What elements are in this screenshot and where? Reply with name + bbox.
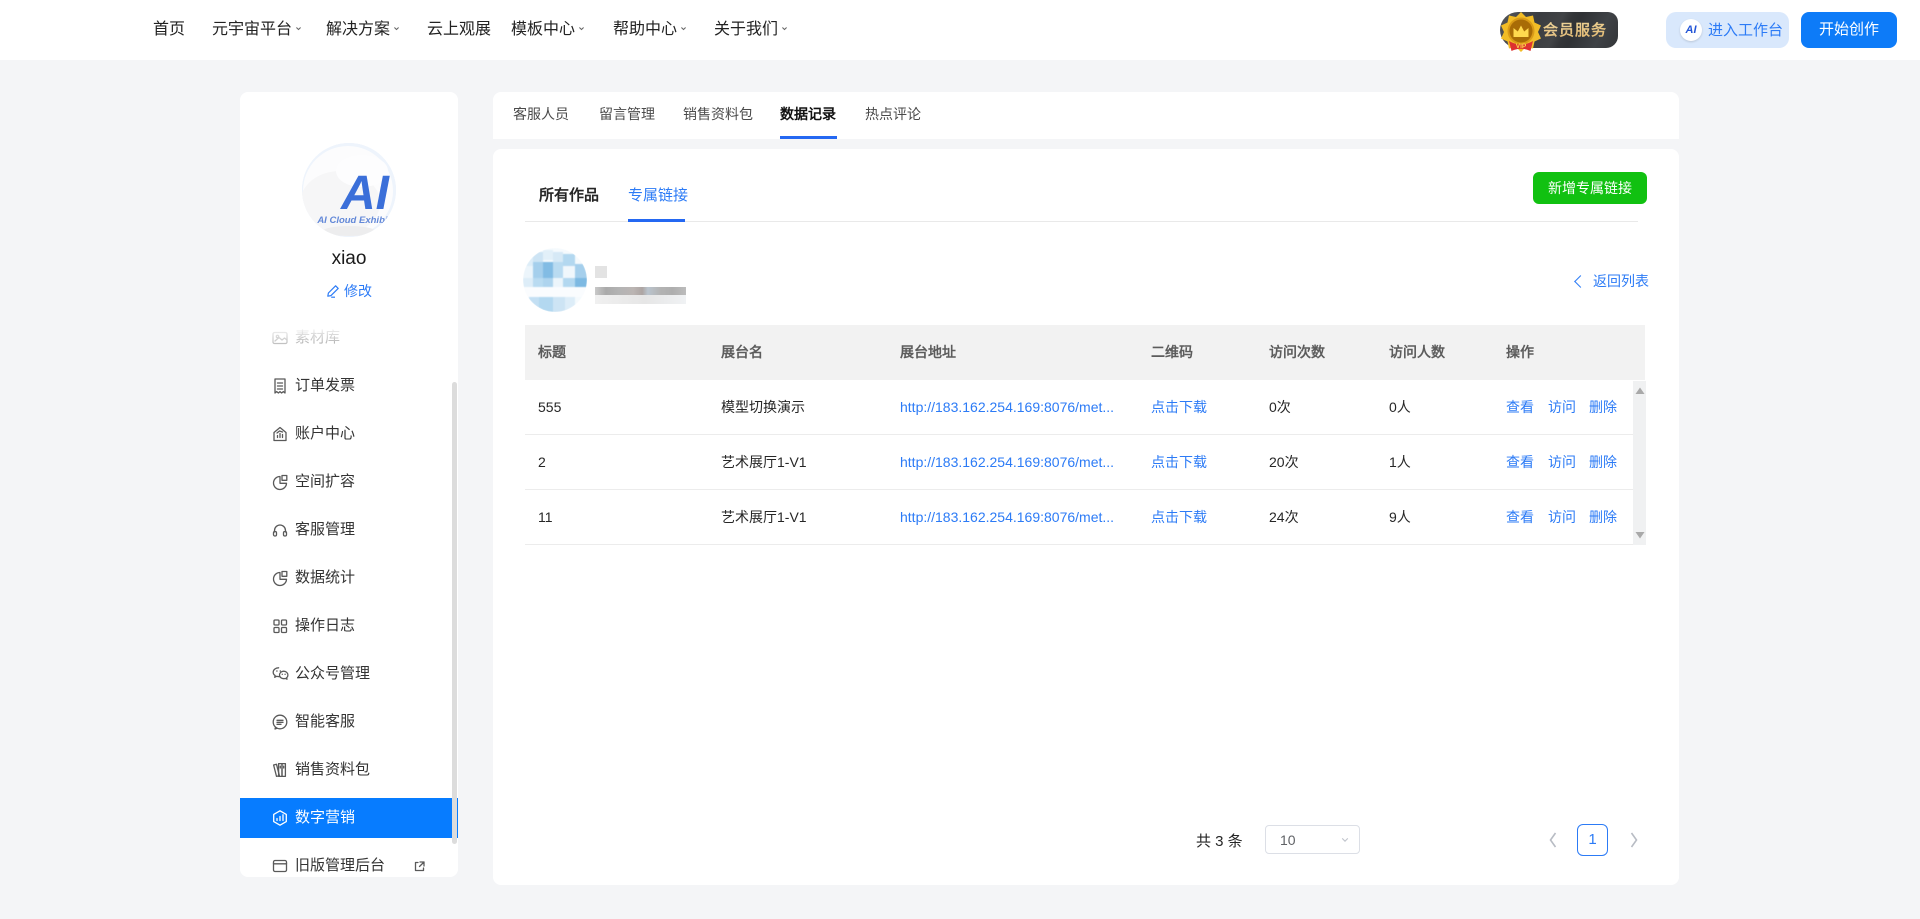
svg-text:VIP: VIP	[1516, 43, 1527, 50]
svg-text:AI: AI	[340, 167, 391, 220]
svg-text:AI Cloud Exhibit: AI Cloud Exhibit	[316, 215, 391, 226]
